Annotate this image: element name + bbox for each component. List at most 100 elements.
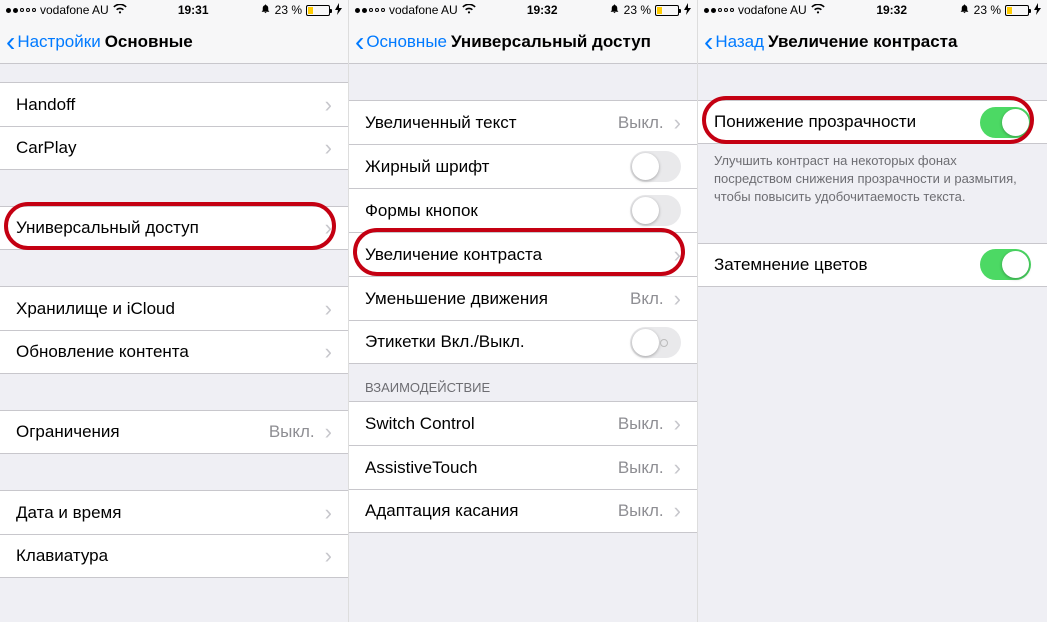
cell-group: Хранилище и iCloud › Обновление контента…: [0, 286, 348, 374]
cell-group: Handoff › CarPlay ›: [0, 82, 348, 170]
cell-label: Хранилище и iCloud: [16, 299, 321, 319]
cell-label: Handoff: [16, 95, 321, 115]
alarm-icon: [260, 3, 271, 17]
group-spacer: [0, 64, 348, 82]
cell-group: Универсальный доступ ›: [0, 206, 348, 250]
group-spacer: [0, 374, 348, 410]
chevron-right-icon: ›: [674, 411, 681, 437]
settings-cell: Формы кнопок: [349, 188, 697, 232]
carrier-label: vodafone AU: [389, 3, 458, 17]
battery-icon: [655, 5, 679, 16]
content: Понижение прозрачности Улучшить контраст…: [698, 64, 1047, 622]
settings-cell[interactable]: CarPlay ›: [0, 126, 348, 170]
settings-cell: Жирный шрифт: [349, 144, 697, 188]
cell-group: Дата и время › Клавиатура ›: [0, 490, 348, 578]
battery-pct: 23 %: [624, 3, 651, 17]
cell-label: Клавиатура: [16, 546, 321, 566]
toggle-switch[interactable]: [630, 327, 681, 358]
nav-title: Увеличение контраста: [768, 32, 957, 52]
chevron-left-icon: ‹: [355, 28, 364, 56]
nav-back-button[interactable]: ‹ Назад: [704, 28, 764, 56]
chevron-right-icon: ›: [325, 92, 332, 118]
chevron-right-icon: ›: [325, 135, 332, 161]
nav-back-button[interactable]: ‹ Настройки: [6, 28, 101, 56]
status-bar: vodafone AU 19:32 23 %: [698, 0, 1047, 20]
cell-label: Понижение прозрачности: [714, 112, 980, 132]
nav-bar: ‹ Назад Увеличение контраста: [698, 20, 1047, 64]
status-left: vodafone AU: [355, 3, 476, 17]
toggle-switch[interactable]: [630, 195, 681, 226]
nav-back-label: Настройки: [17, 32, 100, 52]
chevron-left-icon: ‹: [6, 28, 15, 56]
nav-bar: ‹ Настройки Основные: [0, 20, 348, 64]
alarm-icon: [609, 3, 620, 17]
group-spacer: [349, 64, 697, 100]
chevron-right-icon: ›: [674, 242, 681, 268]
settings-cell: Понижение прозрачности: [698, 100, 1047, 144]
settings-cell[interactable]: Универсальный доступ ›: [0, 206, 348, 250]
settings-cell[interactable]: Увеличение контраста ›: [349, 232, 697, 276]
charging-icon: [335, 3, 342, 18]
chevron-right-icon: ›: [325, 419, 332, 445]
charging-icon: [684, 3, 691, 18]
settings-cell[interactable]: Обновление контента ›: [0, 330, 348, 374]
cell-group: Затемнение цветов: [698, 243, 1047, 287]
wifi-icon: [113, 3, 127, 17]
screen-1: vodafone AU 19:32 23 % ‹ Основные Универ…: [349, 0, 698, 622]
cell-label: AssistiveTouch: [365, 458, 618, 478]
settings-cell[interactable]: Хранилище и iCloud ›: [0, 286, 348, 330]
status-right: 23 %: [609, 3, 691, 18]
nav-back-button[interactable]: ‹ Основные: [355, 28, 447, 56]
toggle-switch[interactable]: [980, 107, 1031, 138]
group-spacer: [698, 207, 1047, 243]
toggle-switch[interactable]: [630, 151, 681, 182]
cell-value: Выкл.: [618, 458, 664, 478]
content: Handoff › CarPlay › Универсальный доступ…: [0, 64, 348, 622]
group-footer: Улучшить контраст на некоторых фонах пос…: [698, 144, 1047, 207]
cell-label: Switch Control: [365, 414, 618, 434]
settings-cell: Затемнение цветов: [698, 243, 1047, 287]
content: Увеличенный текст Выкл.› Жирный шрифт Фо…: [349, 64, 697, 622]
alarm-icon: [959, 3, 970, 17]
cell-value: Выкл.: [618, 113, 664, 133]
battery-icon: [1005, 5, 1029, 16]
cell-group: Понижение прозрачности: [698, 100, 1047, 144]
group-spacer: [0, 454, 348, 490]
chevron-right-icon: ›: [674, 286, 681, 312]
cell-label: Увеличенный текст: [365, 113, 618, 133]
signal-dots-icon: [704, 8, 734, 13]
nav-title: Основные: [105, 32, 193, 52]
charging-icon: [1034, 3, 1041, 18]
battery-pct: 23 %: [974, 3, 1001, 17]
cell-label: Увеличение контраста: [365, 245, 670, 265]
settings-cell[interactable]: Handoff ›: [0, 82, 348, 126]
settings-cell[interactable]: Уменьшение движения Вкл.›: [349, 276, 697, 320]
carrier-label: vodafone AU: [40, 3, 109, 17]
chevron-right-icon: ›: [325, 215, 332, 241]
chevron-right-icon: ›: [325, 543, 332, 569]
signal-dots-icon: [6, 8, 36, 13]
status-bar: vodafone AU 19:31 23 %: [0, 0, 348, 20]
toggle-switch[interactable]: [980, 249, 1031, 280]
status-left: vodafone AU: [704, 3, 825, 17]
battery-pct: 23 %: [275, 3, 302, 17]
wifi-icon: [811, 3, 825, 17]
nav-back-label: Назад: [715, 32, 764, 52]
cell-value: Вкл.: [630, 289, 664, 309]
cell-value: Выкл.: [269, 422, 315, 442]
nav-bar: ‹ Основные Универсальный доступ: [349, 20, 697, 64]
settings-cell[interactable]: Клавиатура ›: [0, 534, 348, 578]
settings-cell[interactable]: AssistiveTouch Выкл. ›: [349, 445, 697, 489]
cell-label: Ограничения: [16, 422, 269, 442]
status-time: 19:31: [178, 3, 209, 17]
chevron-right-icon: ›: [674, 455, 681, 481]
settings-cell[interactable]: Адаптация касания Выкл.›: [349, 489, 697, 533]
status-right: 23 %: [959, 3, 1041, 18]
settings-cell[interactable]: Дата и время ›: [0, 490, 348, 534]
settings-cell[interactable]: Ограничения Выкл. ›: [0, 410, 348, 454]
cell-label: Этикетки Вкл./Выкл.: [365, 332, 630, 352]
cell-label: Универсальный доступ: [16, 218, 321, 238]
cell-label: Жирный шрифт: [365, 157, 630, 177]
settings-cell[interactable]: Увеличенный текст Выкл.›: [349, 100, 697, 144]
settings-cell[interactable]: Switch Control Выкл.›: [349, 401, 697, 445]
